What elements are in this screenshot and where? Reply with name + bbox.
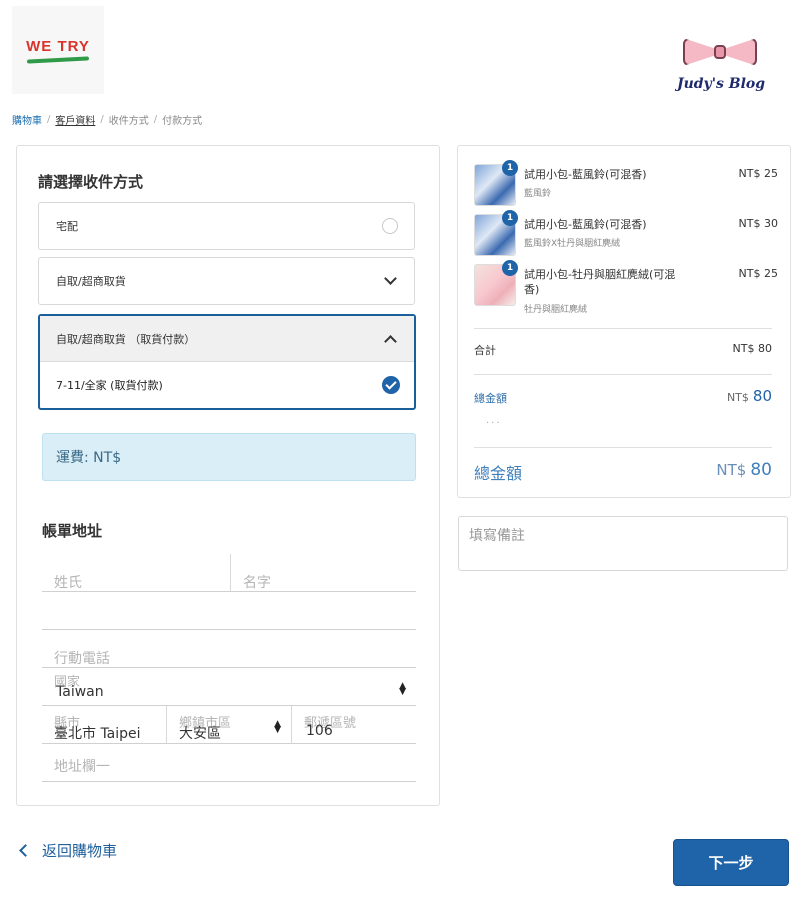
item-variant: 牡丹與胭紅麂絨 xyxy=(524,305,588,315)
zip-value: 106 xyxy=(306,723,333,739)
checkout-form-panel: 請選擇收件方式 宅配 自取/超商取貨 自取/超商取貨 （取貨付款） 7-11/全… xyxy=(16,145,440,806)
district-value: 大安區 xyxy=(179,726,221,742)
item-name: 試用小包-牡丹與胭紅麂絨(可混香) xyxy=(524,268,676,296)
delivery-title: 請選擇收件方式 xyxy=(38,173,144,191)
phone-placeholder: 行動電話 xyxy=(54,651,110,667)
blank-field[interactable] xyxy=(42,592,416,630)
delivery-option-pickup[interactable]: 自取/超商取貨 xyxy=(38,257,415,305)
delivery-option-pickup-cod-header[interactable]: 自取/超商取貨 （取貨付款） xyxy=(40,316,414,362)
delivery-option-home-label: 宅配 xyxy=(56,220,78,233)
select-arrows-icon: ▲ ▼ xyxy=(274,719,281,735)
logo-underline xyxy=(26,56,90,64)
check-circle-icon xyxy=(382,376,400,394)
logo-text: WE TRY xyxy=(26,38,90,55)
back-to-cart-link[interactable]: 返回購物車 xyxy=(18,840,117,861)
delivery-option-pickup-cod-label: 自取/超商取貨 （取貨付款） xyxy=(56,332,196,346)
item-name: 試用小包-藍風鈴(可混香) xyxy=(524,218,647,231)
total-label: 總金額 xyxy=(474,392,507,405)
pickup-sub-option-711[interactable]: 7-11/全家 (取貨付款) xyxy=(40,362,414,408)
chevron-up-icon[interactable] xyxy=(384,334,397,348)
subtotal-label: 合計 xyxy=(474,344,496,357)
chevron-down-icon[interactable] xyxy=(384,272,397,285)
divider xyxy=(474,374,772,375)
item-price: NT$ 25 xyxy=(738,167,778,180)
first-name-placeholder: 名字 xyxy=(243,575,271,591)
grand-total-row: 總金額 NT$ 80 xyxy=(474,460,772,484)
item-variant: 藍風鈴X牡丹與胭紅麂絨 xyxy=(524,239,621,249)
pickup-sub-option-label: 7-11/全家 (取貨付款) xyxy=(56,379,163,392)
back-to-cart-label: 返回購物車 xyxy=(42,842,118,860)
delivery-option-pickup-label: 自取/超商取貨 xyxy=(56,275,126,288)
item-price: NT$ 25 xyxy=(738,267,778,280)
total-row: 總金額 NT$ 80 xyxy=(474,387,772,406)
item-variant: 藍風鈴 xyxy=(524,189,552,199)
breadcrumb-separator: / xyxy=(100,114,104,125)
breadcrumb-separator: / xyxy=(47,114,51,125)
radio-icon[interactable] xyxy=(382,218,398,234)
order-summary-panel: 1 試用小包-藍風鈴(可混香) 藍風鈴 NT$ 25 1 試用小包-藍風鈴(可混… xyxy=(457,145,791,498)
total-value: NT$ 80 xyxy=(726,387,772,405)
ellipsis-icon: ··· xyxy=(486,418,502,429)
breadcrumb-cart[interactable]: 購物車 xyxy=(12,112,42,127)
country-value: Taiwan xyxy=(56,684,104,700)
district-select[interactable]: 鄉鎮市區 大安區 ▲ ▼ xyxy=(167,706,292,744)
phone-field[interactable]: 行動電話 xyxy=(42,630,416,668)
last-name-field[interactable]: 姓氏 xyxy=(42,554,230,592)
divider xyxy=(474,447,772,448)
quantity-badge: 1 xyxy=(502,160,518,176)
first-name-field[interactable]: 名字 xyxy=(230,554,416,592)
delivery-option-pickup-cod: 自取/超商取貨 （取貨付款） 7-11/全家 (取貨付款) xyxy=(38,314,416,410)
breadcrumb-customer-info[interactable]: 客戶資料 xyxy=(55,112,95,127)
chevron-left-icon xyxy=(19,844,32,857)
breadcrumb-payment: 付款方式 xyxy=(162,116,203,127)
breadcrumb: 購物車 / 客戶資料 / 收件方式 / 付款方式 xyxy=(12,112,202,127)
city-value: 臺北市 Taipei xyxy=(54,726,141,742)
item-price: NT$ 30 xyxy=(738,217,778,230)
watermark-text: Judy's Blog xyxy=(676,76,766,92)
grand-total-label: 總金額 xyxy=(474,464,523,483)
divider xyxy=(474,328,772,329)
last-name-placeholder: 姓氏 xyxy=(54,575,82,591)
bow-icon xyxy=(683,36,757,70)
city-select[interactable]: 縣市 臺北市 Taipei xyxy=(42,706,167,744)
select-arrows-icon: ▲ ▼ xyxy=(399,681,406,697)
notes-placeholder: 填寫備註 xyxy=(469,528,525,544)
grand-total-value: NT$ 80 xyxy=(716,460,772,480)
store-logo[interactable]: WE TRY xyxy=(12,6,104,94)
order-notes-textarea[interactable]: 填寫備註 xyxy=(458,516,788,571)
breadcrumb-separator: / xyxy=(153,114,158,125)
breadcrumb-delivery: 收件方式 xyxy=(108,116,149,127)
next-step-button[interactable]: 下一步 xyxy=(673,839,789,886)
country-select[interactable]: 國家 Taiwan ▲ ▼ xyxy=(42,668,416,706)
zip-field[interactable]: 郵遞區號 106 xyxy=(292,706,416,744)
delivery-option-home[interactable]: 宅配 xyxy=(38,202,415,250)
subtotal-value: NT$ 80 xyxy=(732,342,772,355)
item-name: 試用小包-藍風鈴(可混香) xyxy=(524,168,647,181)
blog-watermark: Judy's Blog xyxy=(669,36,769,106)
shipping-fee-notice: 運費: NT$ xyxy=(42,433,416,481)
subtotal-row: 合計 NT$ 80 xyxy=(474,342,772,358)
quantity-badge: 1 xyxy=(502,210,518,226)
billing-title: 帳單地址 xyxy=(42,522,103,540)
address-line1-placeholder: 地址欄一 xyxy=(54,759,110,775)
quantity-badge: 1 xyxy=(502,260,518,276)
address-line1-field[interactable]: 地址欄一 xyxy=(42,744,416,782)
